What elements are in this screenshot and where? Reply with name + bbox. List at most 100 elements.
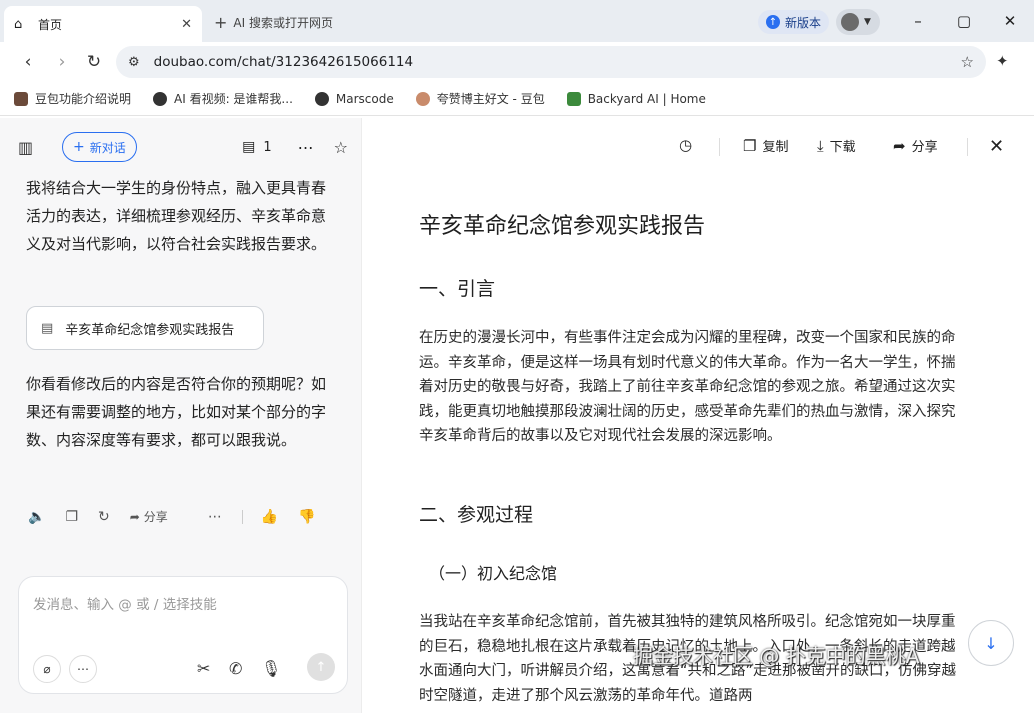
copy-button[interactable]: ❐ 复制 <box>743 136 789 156</box>
bookmark-label: AI 看视频: 是谁帮我... <box>174 92 293 106</box>
document-title: 辛亥革命纪念馆参观实践报告 <box>419 214 706 239</box>
download-label: 下载 <box>829 140 856 155</box>
history-icon[interactable]: ◷ <box>679 136 698 154</box>
copy-icon: ❐ <box>743 136 757 155</box>
chat-panel: ▥ + 新对话 ▤ 1 ⋯ ☆ 我将结合大一学生的身份特点，融入更具青春活力的表… <box>0 118 362 713</box>
bookmark-item[interactable]: AI 看视频: 是谁帮我... <box>153 90 293 107</box>
download-button[interactable]: ⤓ 下载 <box>817 136 856 156</box>
document-toolbar: ◷ ❐ 复制 ⤓ 下载 ➦ 分享 ✕ <box>363 130 1034 164</box>
bookmark-item[interactable]: 夸赞博主好文 - 豆包 <box>415 90 545 107</box>
backyard-icon <box>566 91 581 106</box>
share-label: 分享 <box>143 510 168 524</box>
forward-icon[interactable]: › <box>50 50 74 74</box>
document-card[interactable]: ▤ 辛亥革命纪念馆参观实践报告 <box>26 306 264 350</box>
minimize-button[interactable]: – <box>898 8 938 34</box>
document-content: 辛亥革命纪念馆参观实践报告 一、引言 在历史的漫漫长河中，有些事件注定会成为闪耀… <box>419 208 969 704</box>
bookmark-label: 夸赞博主好文 - 豆包 <box>436 92 545 106</box>
new-chat-button[interactable]: + 新对话 <box>62 132 137 162</box>
tab-title: 首页 <box>38 17 63 32</box>
new-version-label: 新版本 <box>785 15 822 30</box>
more-icon[interactable]: ⋯ <box>208 509 222 525</box>
scroll-down-button[interactable]: ↓ <box>968 620 1014 666</box>
assistant-message-intro: 我将结合大一学生的身份特点，融入更具青春活力的表达，详细梳理参观经历、辛亥革命意… <box>26 179 327 253</box>
divider <box>967 138 968 156</box>
section-heading-process: 二、参观过程 <box>419 504 534 526</box>
new-tab-label: AI 搜索或打开网页 <box>233 15 333 30</box>
paragraph-intro: 在历史的漫漫长河中，有些事件注定会成为闪耀的里程碑，改变一个国家和民族的命运。辛… <box>419 330 956 444</box>
subsection-heading-enter: （一）初入纪念馆 <box>429 564 558 583</box>
chat-header: ▥ + 新对话 ▤ 1 ⋯ ☆ <box>18 130 348 164</box>
scissors-icon[interactable]: ✂ <box>197 659 210 678</box>
microphone-icon[interactable]: 🎙 <box>261 659 281 678</box>
speaker-icon[interactable]: 🔈 <box>28 509 45 525</box>
avatar <box>841 13 859 31</box>
close-window-button[interactable]: ✕ <box>990 8 1030 34</box>
arrow-down-icon: ↓ <box>984 633 998 653</box>
document-icon: ▤ <box>41 320 54 336</box>
message-actions: 🔈 ❐ ↻ ➦ 分享 ⋯ 👍 👎 <box>28 508 336 525</box>
divider <box>719 138 720 156</box>
close-panel-icon[interactable]: ✕ <box>989 136 1004 157</box>
message-input-box[interactable]: 发消息、输入 @ 或 / 选择技能 ⌀ ⋯ ✂ ✆ 🎙 ↑ <box>18 576 348 694</box>
doubao-icon <box>14 91 28 106</box>
bookmark-star-icon[interactable]: ☆ <box>961 53 974 71</box>
sidebar-toggle-icon[interactable]: ▥ <box>18 138 40 157</box>
chevron-down-icon: ▼ <box>864 17 871 27</box>
browser-titlebar: ⌂ 首页 ✕ + AI 搜索或打开网页 ↑ 新版本 ▼ – ▢ ✕ <box>0 0 1034 42</box>
document-icon: ▤ <box>242 139 256 155</box>
plus-icon: + <box>73 139 85 155</box>
copy-label: 复制 <box>762 140 789 155</box>
globe-icon <box>153 91 168 106</box>
browser-toolbar: ‹ › ↻ ⚙ doubao.com/chat/3123642615066114… <box>0 42 1034 82</box>
share-icon: ➦ <box>129 509 140 524</box>
home-icon: ⌂ <box>14 16 23 32</box>
avatar-icon <box>415 91 430 106</box>
plus-icon: + <box>214 12 228 32</box>
share-button[interactable]: ➦ 分享 <box>130 508 188 525</box>
share-label: 分享 <box>911 140 938 155</box>
bookmark-item[interactable]: 豆包功能介绍说明 <box>14 90 131 107</box>
divider <box>241 509 243 524</box>
more-icon[interactable]: ⋯ <box>298 138 314 157</box>
more-options-icon[interactable]: ⋯ <box>69 655 97 683</box>
copy-icon[interactable]: ❐ <box>65 509 78 525</box>
maximize-button[interactable]: ▢ <box>944 8 984 34</box>
extensions-icon[interactable]: ✦ <box>996 52 1009 70</box>
new-chat-label: 新对话 <box>89 140 126 155</box>
new-tab-button[interactable]: + AI 搜索或打开网页 <box>214 11 333 33</box>
message-input-placeholder[interactable]: 发消息、输入 @ 或 / 选择技能 <box>33 593 217 613</box>
profile-button[interactable]: ▼ <box>836 9 880 35</box>
document-panel: ◷ ❐ 复制 ⤓ 下载 ➦ 分享 ✕ 辛亥革命纪念馆参观实践报告 一、引言 在历… <box>363 118 1034 713</box>
globe-icon <box>314 91 329 106</box>
assistant-message-followup: 你看看修改后的内容是否符合你的预期呢？如果还有需要调整的地方，比如对某个部分的字… <box>26 375 327 449</box>
phone-icon[interactable]: ✆ <box>229 659 242 678</box>
share-button[interactable]: ➦ 分享 <box>893 136 938 156</box>
new-version-button[interactable]: ↑ 新版本 <box>758 10 830 34</box>
bookmark-item[interactable]: Backyard AI | Home <box>566 91 706 106</box>
bookmarks-bar: 豆包功能介绍说明 AI 看视频: 是谁帮我... Marscode 夸赞博主好文… <box>0 82 1034 116</box>
send-button[interactable]: ↑ <box>307 653 335 681</box>
site-settings-icon[interactable]: ⚙ <box>128 55 140 70</box>
bookmark-label: Marscode <box>335 91 394 106</box>
address-bar[interactable]: ⚙ doubao.com/chat/3123642615066114 ☆ <box>116 46 986 78</box>
bookmark-label: Backyard AI | Home <box>587 91 706 106</box>
tab-home[interactable]: ⌂ 首页 ✕ <box>4 6 202 42</box>
document-card-title: 辛亥革命纪念馆参观实践报告 <box>65 322 235 338</box>
thumbs-up-icon[interactable]: 👍 <box>261 509 278 525</box>
back-icon[interactable]: ‹ <box>16 50 40 74</box>
tab-close-icon[interactable]: ✕ <box>181 17 192 32</box>
download-icon: ⤓ <box>817 136 824 155</box>
doc-count-button[interactable]: ▤ 1 <box>242 139 272 155</box>
section-heading-intro: 一、引言 <box>419 278 496 300</box>
regenerate-icon[interactable]: ↻ <box>98 509 110 525</box>
watermark-text: 掘金技术社区 @ 扑克中的黑桃A <box>633 644 920 668</box>
bookmark-item[interactable]: Marscode <box>314 91 394 106</box>
bookmark-label: 豆包功能介绍说明 <box>35 92 132 106</box>
favorite-star-icon[interactable]: ☆ <box>334 138 348 157</box>
thumbs-down-icon[interactable]: 👎 <box>298 509 315 525</box>
share-icon: ➦ <box>893 136 906 155</box>
doc-count: 1 <box>263 139 272 155</box>
url-text[interactable]: doubao.com/chat/3123642615066114 <box>154 54 413 70</box>
attach-icon[interactable]: ⌀ <box>33 655 61 683</box>
reload-icon[interactable]: ↻ <box>82 50 106 74</box>
